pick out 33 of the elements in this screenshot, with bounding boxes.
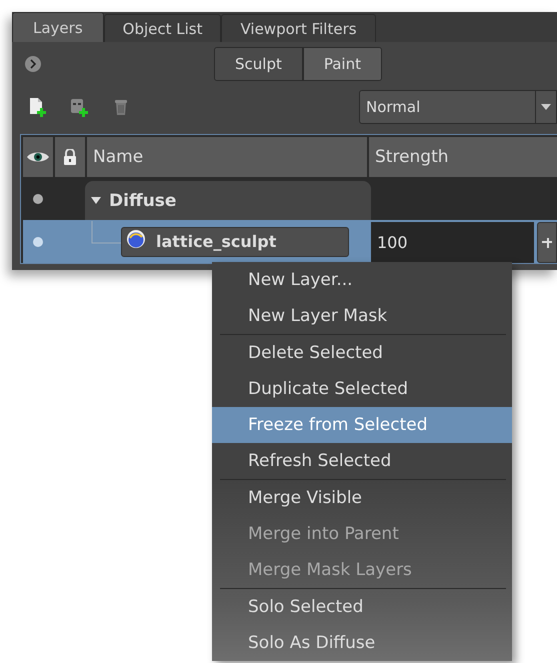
mode-button[interactable]: Paint [304, 48, 381, 80]
tab[interactable]: Object List [104, 14, 222, 42]
header-cell[interactable] [23, 137, 53, 177]
new-document-icon[interactable] [27, 97, 47, 117]
expand-icon[interactable] [24, 55, 42, 73]
menu-item[interactable]: Delete Selected [212, 335, 512, 371]
layer-name[interactable]: lattice_sculpt [121, 226, 349, 256]
menu-item[interactable]: Refresh Selected [212, 443, 512, 479]
menu-item[interactable]: Solo Selected [212, 589, 512, 625]
column-header[interactable]: Name [87, 137, 367, 177]
column-header[interactable]: Strength [369, 137, 557, 177]
menu-item[interactable]: New Layer... [212, 262, 512, 298]
slider-button[interactable] [537, 222, 557, 263]
menu-item[interactable]: Duplicate Selected [212, 371, 512, 407]
group-name[interactable]: Diffuse [85, 181, 371, 220]
header-cell[interactable] [55, 137, 85, 177]
tab[interactable]: Layers [12, 12, 104, 42]
menu-item[interactable]: New Layer Mask [212, 298, 512, 334]
sphere-icon [126, 228, 146, 248]
menu-item[interactable]: Solo As Diffuse [212, 625, 512, 661]
tab[interactable]: Viewport Filters [221, 14, 376, 42]
padlock-icon [63, 149, 77, 165]
menu-item[interactable]: Merge Visible [212, 480, 512, 516]
eye-icon [26, 150, 50, 164]
strength-field[interactable]: 100 [371, 222, 534, 263]
mode-button[interactable]: Sculpt [215, 48, 304, 80]
blend-mode-dropdown[interactable]: Normal [359, 90, 557, 124]
caret-icon [541, 104, 551, 110]
visibility-dot[interactable] [33, 194, 43, 204]
visibility-dot[interactable] [33, 236, 43, 246]
layer-row[interactable]: lattice_sculpt 100 [23, 220, 557, 263]
expanded-icon[interactable] [91, 196, 101, 204]
new-mask-icon[interactable] [69, 97, 89, 117]
